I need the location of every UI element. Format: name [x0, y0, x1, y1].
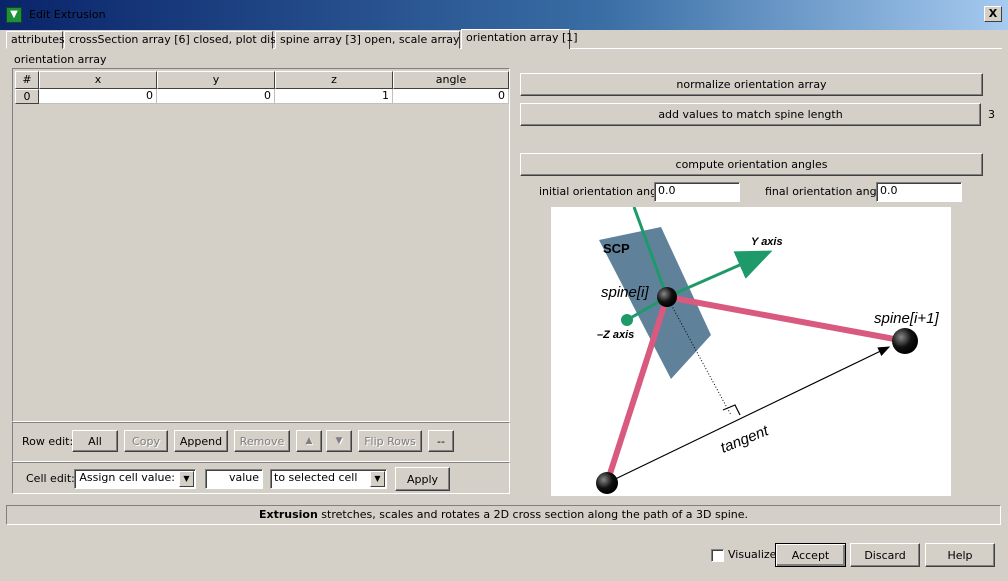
accept-button[interactable]: Accept — [775, 543, 846, 567]
tangent-arrow — [606, 346, 891, 484]
vrml-icon: ▼ — [6, 7, 22, 23]
discard-button[interactable]: Discard — [850, 543, 920, 567]
spine-i1-point — [892, 328, 918, 354]
more-options-button[interactable]: -- — [428, 430, 454, 452]
status-bar: Extrusion stretches, scales and rotates … — [6, 505, 1001, 525]
tab-cross-section[interactable]: crossSection array [6] closed, plot disp… — [64, 31, 299, 49]
column-header-num[interactable]: # — [15, 71, 39, 89]
final-angle-label: final orientation angle — [765, 185, 887, 198]
compute-angles-button[interactable]: compute orientation angles — [520, 153, 983, 176]
copy-row-button[interactable]: Copy — [124, 430, 168, 452]
status-description: stretches, scales and rotates a 2D cross… — [317, 508, 749, 521]
scp-label: SCP — [603, 241, 630, 256]
chevron-down-icon[interactable]: ▼ — [179, 471, 194, 487]
spine-i-point — [657, 287, 677, 307]
tab-attributes[interactable]: attributes — [6, 31, 65, 49]
spine-length-count: 3 — [988, 108, 995, 121]
status-keyword: Extrusion — [258, 508, 318, 521]
cell-y[interactable]: 0 — [157, 89, 275, 104]
tab-orientation[interactable]: orientation array [1] — [461, 29, 578, 49]
spine-i-label: spine[i] — [601, 284, 649, 301]
assign-mode-select[interactable]: Assign cell value: ▼ — [74, 469, 196, 489]
tangent-label: tangent — [718, 422, 772, 457]
row-edit-label: Row edit: — [22, 435, 74, 448]
cell-z[interactable]: 1 — [275, 89, 393, 104]
window-title: Edit Extrusion — [29, 8, 106, 21]
cell-edit-label: Cell edit: — [26, 472, 75, 485]
panel-label: orientation array — [14, 53, 107, 66]
spine-prev-point — [596, 472, 618, 494]
column-header-y[interactable]: y — [157, 71, 275, 89]
flip-rows-button[interactable]: Flip Rows — [358, 430, 422, 452]
normalize-orientation-button[interactable]: normalize orientation array — [520, 73, 983, 96]
append-row-button[interactable]: Append — [174, 430, 228, 452]
assign-mode-value: Assign cell value: — [79, 471, 175, 484]
row-number[interactable]: 0 — [15, 89, 39, 104]
cell-x[interactable]: 0 — [39, 89, 157, 104]
cell-angle[interactable]: 0 — [393, 89, 509, 104]
cell-value-input[interactable]: value — [205, 469, 263, 489]
visualize-checkbox[interactable] — [711, 549, 724, 562]
title-bar — [0, 0, 1008, 30]
select-all-button[interactable]: All — [72, 430, 118, 452]
visualize-label: Visualize — [728, 548, 777, 561]
minus-z-axis-tip — [621, 314, 633, 326]
remove-row-button[interactable]: Remove — [234, 430, 290, 452]
initial-angle-input[interactable]: 0.0 — [654, 182, 740, 202]
final-angle-input[interactable]: 0.0 — [876, 182, 962, 202]
spine-link-lower — [604, 294, 670, 486]
spine-diagram-svg: SCP Y axis spine[i] –Z axis spine[i+1] t… — [596, 206, 939, 494]
initial-angle-label: initial orientation angle — [539, 185, 667, 198]
column-header-x[interactable]: x — [39, 71, 157, 89]
move-down-icon[interactable]: ▼ — [326, 430, 352, 452]
add-values-button[interactable]: add values to match spine length — [520, 103, 981, 126]
column-header-angle[interactable]: angle — [393, 71, 509, 89]
apply-button[interactable]: Apply — [395, 467, 450, 491]
minus-z-axis-label: –Z axis — [597, 329, 634, 341]
close-button[interactable]: X — [984, 6, 1002, 22]
move-up-icon[interactable]: ▲ — [296, 430, 322, 452]
right-angle-mark — [722, 404, 741, 416]
cell-target-select[interactable]: to selected cell ▼ — [270, 469, 387, 489]
cell-target-value: to selected cell — [274, 471, 358, 484]
y-axis-label: Y axis — [751, 236, 783, 248]
orientation-diagram: SCP Y axis spine[i] –Z axis spine[i+1] t… — [551, 206, 951, 496]
spine-i1-label: spine[i+1] — [874, 310, 939, 327]
orientation-table: # x y z angle 0 0 0 1 0 — [12, 68, 510, 422]
chevron-down-icon[interactable]: ▼ — [370, 471, 385, 487]
tab-spine[interactable]: spine array [3] open, scale array [3] — [275, 31, 479, 49]
help-button[interactable]: Help — [925, 543, 995, 567]
column-header-z[interactable]: z — [275, 71, 393, 89]
